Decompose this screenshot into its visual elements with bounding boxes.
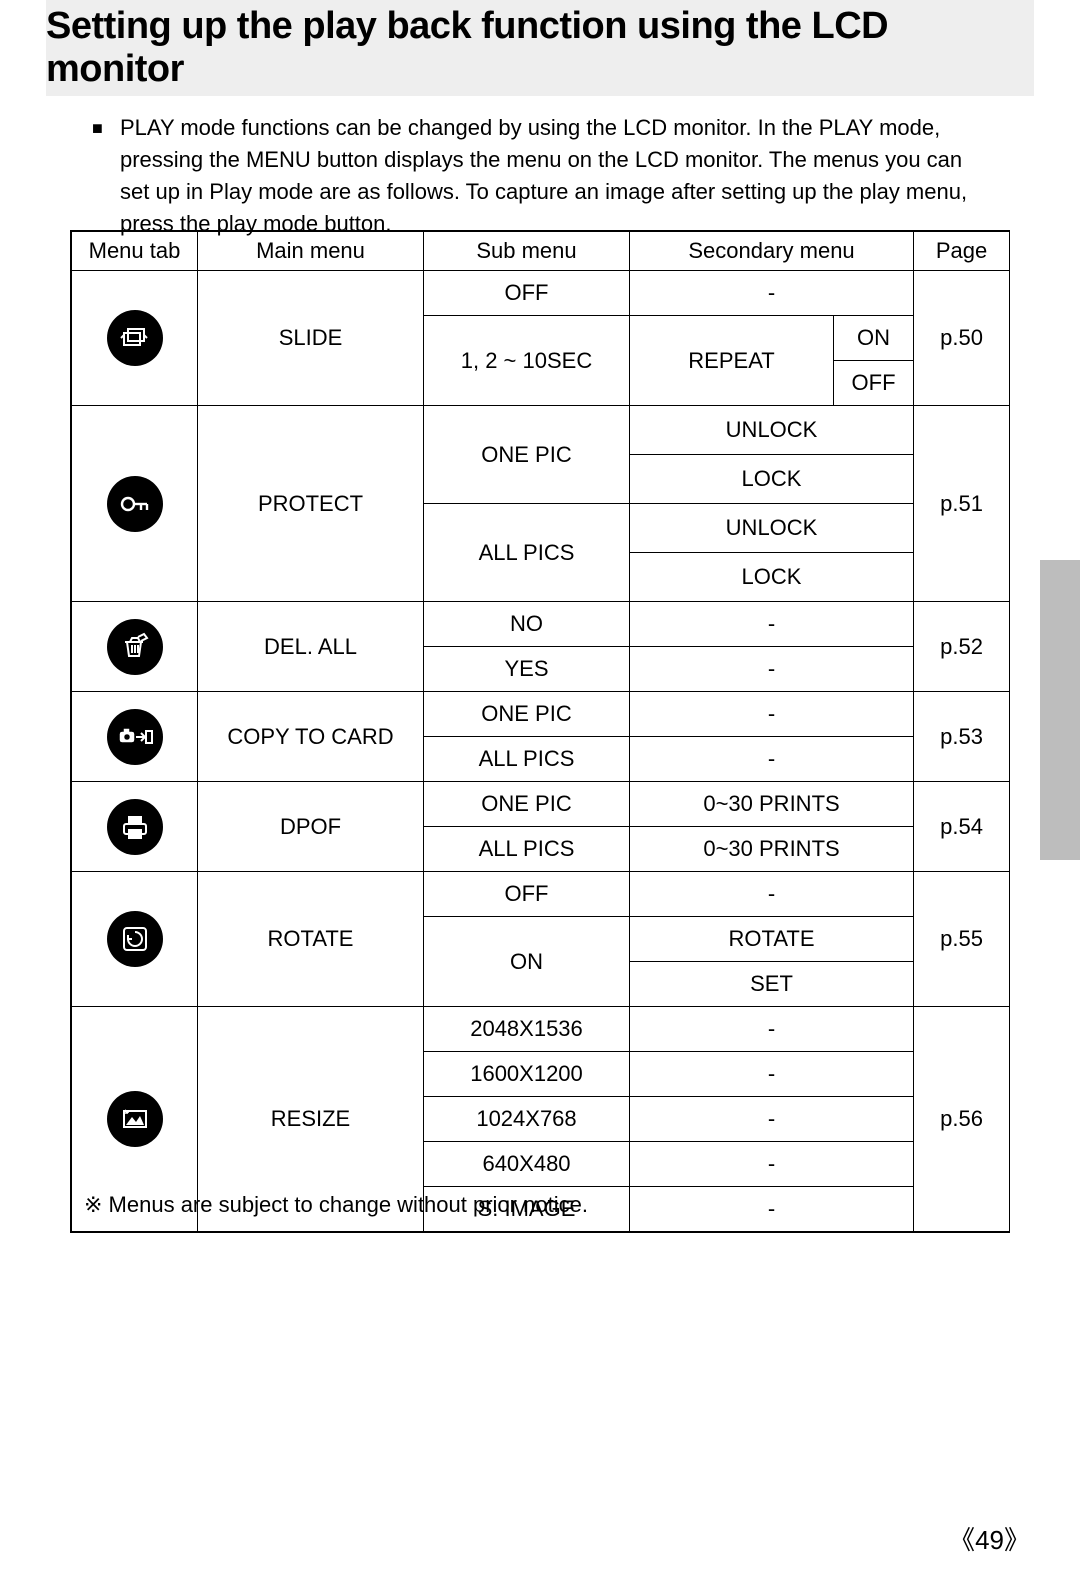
table-row: DPOF ONE PIC 0~30 PRINTS p.54: [72, 782, 1010, 827]
sub-menu-cell: NO: [424, 602, 630, 647]
secondary-cell: LOCK: [630, 455, 914, 504]
page-cell: p.56: [914, 1007, 1010, 1232]
main-menu-cell: DPOF: [198, 782, 424, 872]
sub-menu-cell: OFF: [424, 271, 630, 316]
icon-cell: [72, 271, 198, 406]
main-menu-cell: ROTATE: [198, 872, 424, 1007]
sub-menu-cell: YES: [424, 647, 630, 692]
printer-icon: [107, 799, 163, 855]
secondary-cell: -: [630, 1187, 914, 1232]
secondary-cell: -: [630, 872, 914, 917]
sub-menu-cell: 640X480: [424, 1142, 630, 1187]
intro-paragraph: ■ PLAY mode functions can be changed by …: [92, 112, 988, 240]
side-thumb-tab: [1040, 560, 1080, 860]
footnote-text: ※ Menus are subject to change without pr…: [84, 1192, 588, 1218]
table-row: DEL. ALL NO - p.52: [72, 602, 1010, 647]
secondary-cell: -: [630, 602, 914, 647]
page-cell: p.54: [914, 782, 1010, 872]
page-title: Setting up the play back function using …: [46, 5, 1034, 91]
page-cell: p.53: [914, 692, 1010, 782]
secondary-cell: ON: [834, 316, 914, 361]
icon-cell: [72, 872, 198, 1007]
sub-menu-cell: ON: [424, 917, 630, 1007]
secondary-cell: -: [630, 1097, 914, 1142]
secondary-cell: OFF: [834, 361, 914, 406]
sub-menu-cell: OFF: [424, 872, 630, 917]
sub-menu-cell: ONE PIC: [424, 692, 630, 737]
main-menu-cell: DEL. ALL: [198, 602, 424, 692]
secondary-cell: -: [630, 271, 914, 316]
secondary-cell: -: [630, 692, 914, 737]
icon-cell: [72, 406, 198, 602]
th-main-menu: Main menu: [198, 232, 424, 271]
table-row: COPY TO CARD ONE PIC - p.53: [72, 692, 1010, 737]
page-number: 49: [949, 1520, 1030, 1557]
menu-table: Menu tab Main menu Sub menu Secondary me…: [70, 230, 1010, 1233]
secondary-cell: UNLOCK: [630, 504, 914, 553]
secondary-cell: ROTATE: [630, 917, 914, 962]
icon-cell: [72, 602, 198, 692]
secondary-cell: -: [630, 647, 914, 692]
th-secondary-menu: Secondary menu: [630, 232, 914, 271]
rotate-icon: [107, 911, 163, 967]
sub-menu-cell: ALL PICS: [424, 827, 630, 872]
sub-menu-cell: ALL PICS: [424, 737, 630, 782]
main-menu-cell: SLIDE: [198, 271, 424, 406]
secondary-cell: SET: [630, 962, 914, 1007]
table-row: RESIZE 2048X1536 - p.56: [72, 1007, 1010, 1052]
secondary-cell: UNLOCK: [630, 406, 914, 455]
page-cell: p.55: [914, 872, 1010, 1007]
icon-cell: [72, 692, 198, 782]
table-row: ROTATE OFF - p.55: [72, 872, 1010, 917]
sub-menu-cell: ALL PICS: [424, 504, 630, 602]
table-row: PROTECT ONE PIC UNLOCK p.51: [72, 406, 1010, 455]
page-cell: p.52: [914, 602, 1010, 692]
sub-menu-cell: ONE PIC: [424, 782, 630, 827]
trash-icon: [107, 619, 163, 675]
main-menu-cell: PROTECT: [198, 406, 424, 602]
secondary-cell: -: [630, 1007, 914, 1052]
sub-menu-cell: 1, 2 ~ 10SEC: [424, 316, 630, 406]
sub-menu-cell: ONE PIC: [424, 406, 630, 504]
sub-menu-cell: 1024X768: [424, 1097, 630, 1142]
sub-menu-cell: 1600X1200: [424, 1052, 630, 1097]
bullet-square-icon: ■: [92, 112, 120, 240]
secondary-cell: 0~30 PRINTS: [630, 782, 914, 827]
resize-icon: [107, 1091, 163, 1147]
secondary-cell: -: [630, 1142, 914, 1187]
slide-icon: [107, 310, 163, 366]
key-lock-icon: [107, 476, 163, 532]
main-menu-cell: COPY TO CARD: [198, 692, 424, 782]
secondary-cell: LOCK: [630, 553, 914, 602]
camera-to-card-icon: [107, 709, 163, 765]
table-header-row: Menu tab Main menu Sub menu Secondary me…: [72, 232, 1010, 271]
th-menu-tab: Menu tab: [72, 232, 198, 271]
table-row: SLIDE OFF - p.50: [72, 271, 1010, 316]
icon-cell: [72, 782, 198, 872]
th-page: Page: [914, 232, 1010, 271]
th-sub-menu: Sub menu: [424, 232, 630, 271]
page-cell: p.50: [914, 271, 1010, 406]
page-cell: p.51: [914, 406, 1010, 602]
sub-menu-cell: 2048X1536: [424, 1007, 630, 1052]
page-header: Setting up the play back function using …: [46, 0, 1034, 96]
secondary-cell: 0~30 PRINTS: [630, 827, 914, 872]
intro-text: PLAY mode functions can be changed by us…: [120, 112, 988, 240]
secondary-cell: REPEAT: [630, 316, 834, 406]
secondary-cell: -: [630, 1052, 914, 1097]
secondary-cell: -: [630, 737, 914, 782]
